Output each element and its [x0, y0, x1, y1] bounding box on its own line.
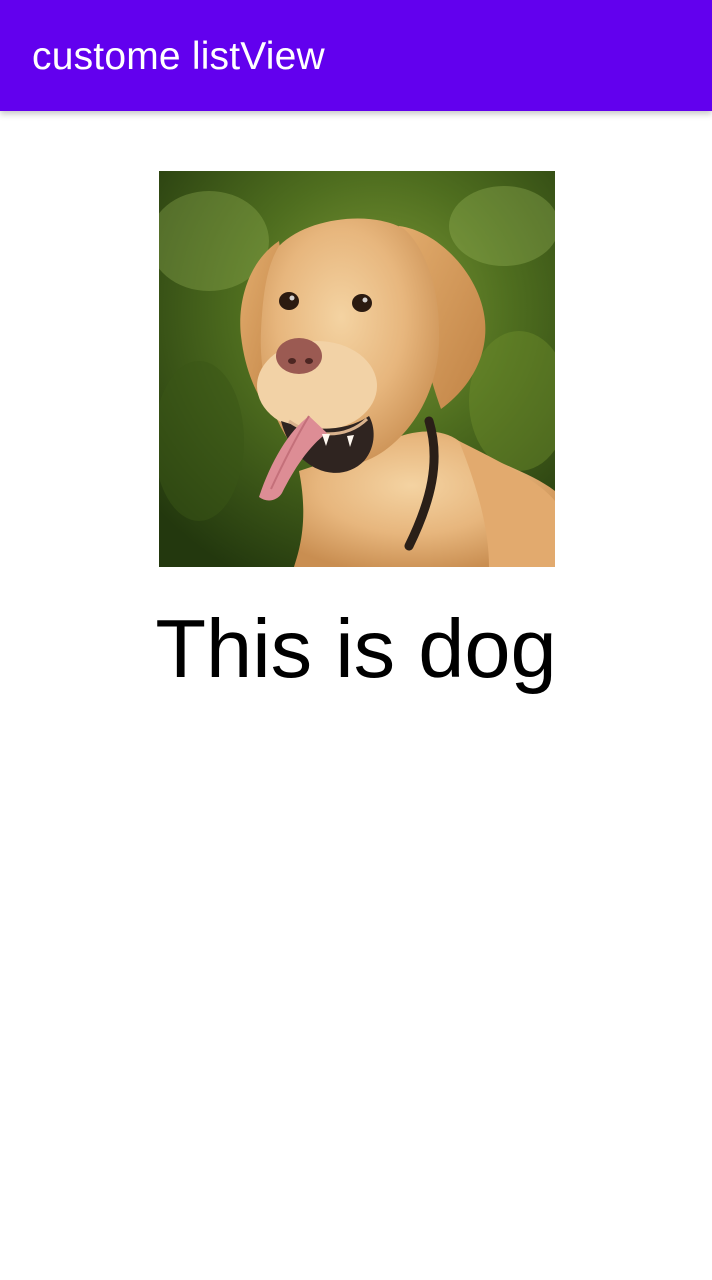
content-area: This is dog [0, 111, 712, 1280]
app-title: custome listView [32, 35, 325, 78]
app-bar: custome listView [0, 0, 712, 111]
list-item[interactable]: This is dog [0, 171, 712, 711]
dog-photo-image [159, 171, 555, 567]
item-label: This is dog [155, 602, 557, 695]
